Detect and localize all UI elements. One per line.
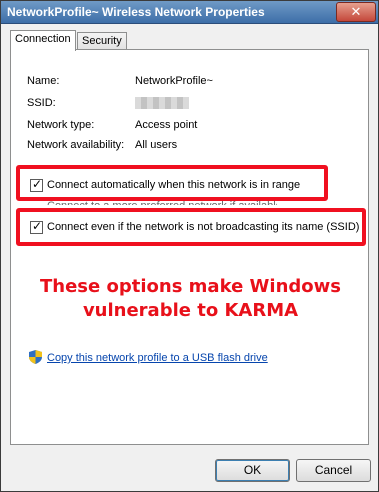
- close-icon: ✕: [350, 4, 362, 19]
- cancel-button[interactable]: Cancel: [296, 459, 371, 482]
- network-availability-value: All users: [135, 139, 178, 151]
- karma-warning-line1: These options make Windows: [40, 276, 341, 297]
- network-availability-label: Network availability:: [27, 139, 125, 151]
- tab-security[interactable]: Security: [77, 32, 127, 50]
- tab-connection[interactable]: Connection: [10, 30, 76, 51]
- properties-dialog: NetworkProfile~ Wireless Network Propert…: [0, 0, 379, 492]
- name-value: NetworkProfile~: [135, 75, 213, 87]
- network-type-value: Access point: [135, 119, 198, 131]
- title-bar[interactable]: NetworkProfile~ Wireless Network Propert…: [1, 1, 378, 24]
- karma-warning-line2: vulnerable to KARMA: [82, 300, 299, 321]
- ssid-label: SSID:: [27, 97, 56, 109]
- ok-button[interactable]: OK: [215, 459, 290, 482]
- copy-profile-link[interactable]: Copy this network profile to a USB flash…: [47, 352, 268, 364]
- close-button[interactable]: ✕: [336, 2, 376, 22]
- window-title: NetworkProfile~ Wireless Network Propert…: [7, 5, 265, 19]
- highlight-box-hidden-ssid: [16, 208, 366, 246]
- shield-icon: [29, 350, 42, 364]
- ssid-value-redacted: [135, 97, 189, 109]
- network-type-label: Network type:: [27, 119, 95, 131]
- connection-panel: [10, 49, 369, 445]
- highlight-box-auto-connect: [16, 165, 328, 201]
- name-label: Name:: [27, 75, 60, 87]
